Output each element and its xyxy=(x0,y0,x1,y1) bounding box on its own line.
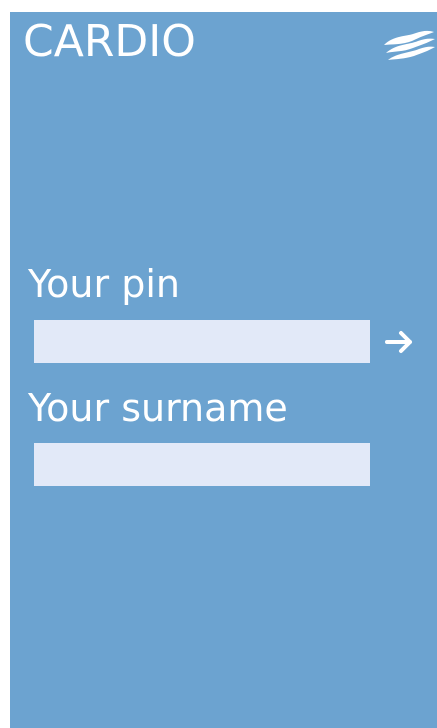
surname-input[interactable] xyxy=(34,443,370,486)
surname-label: Your surname xyxy=(28,386,288,430)
login-screen: CARDIO Your pin Your surname xyxy=(10,12,437,728)
pin-label: Your pin xyxy=(28,262,180,306)
pin-input[interactable] xyxy=(34,320,370,363)
waves-logo-icon xyxy=(384,30,435,60)
arrow-right-icon[interactable] xyxy=(384,328,416,356)
app-title: CARDIO xyxy=(23,16,196,67)
